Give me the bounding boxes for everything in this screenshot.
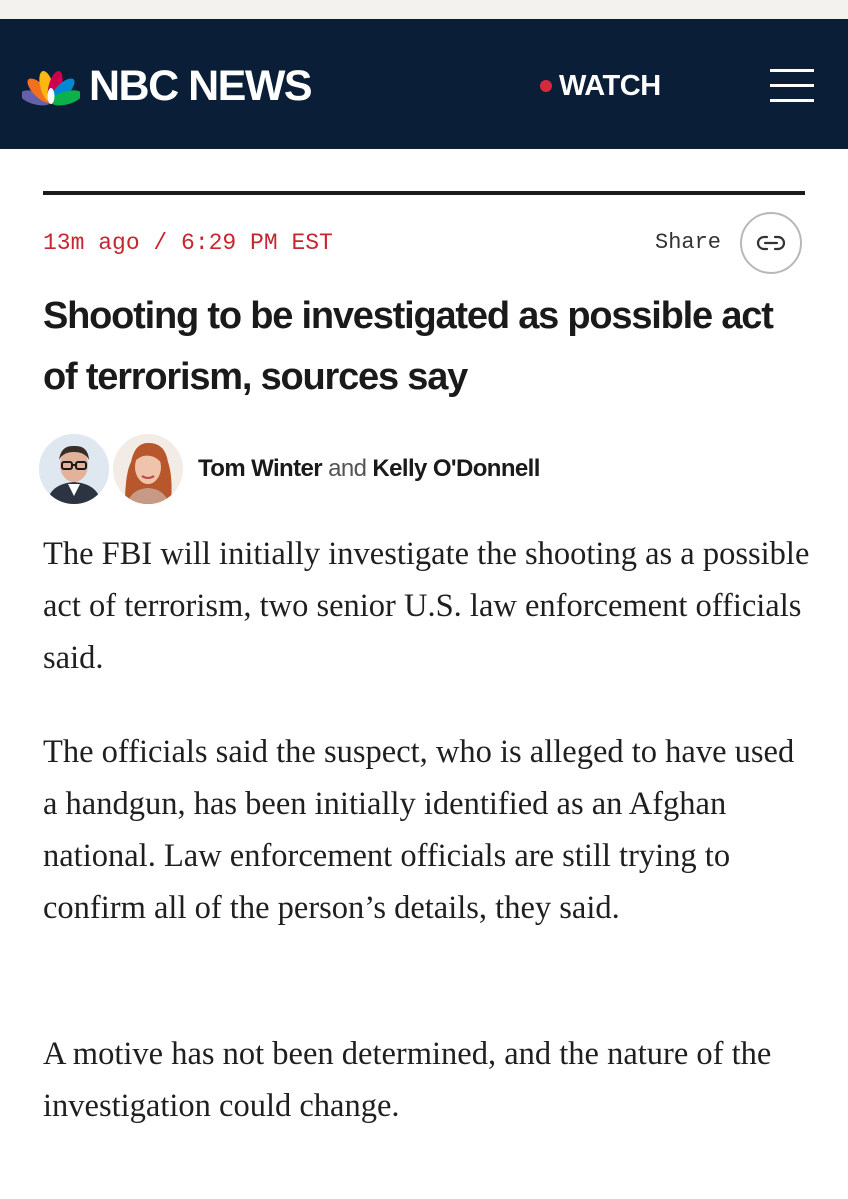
author-avatar-2[interactable] xyxy=(110,431,186,507)
article-paragraph: A motive has not been determined, and th… xyxy=(43,1036,772,1124)
brand-wordmark: NBC NEWS xyxy=(89,62,313,110)
post-timestamp: 13m ago / 6:29 PM EST xyxy=(43,230,333,256)
author-byline: Tom Winter and Kelly O'Donnell xyxy=(198,455,540,483)
status-strip xyxy=(0,0,848,19)
author-link-1[interactable]: Tom Winter xyxy=(198,455,323,482)
woman-portrait-icon xyxy=(113,434,183,504)
site-header: NBC NEWS WATCH xyxy=(0,19,848,149)
share-label: Share xyxy=(655,230,722,255)
live-dot-icon xyxy=(540,80,552,92)
watch-label: WATCH xyxy=(559,69,661,102)
article-paragraph: The officials said the suspect, who is a… xyxy=(43,734,795,926)
hamburger-menu-icon[interactable] xyxy=(770,67,814,103)
article-paragraph: The FBI will initially investigate the s… xyxy=(43,536,810,676)
watch-button[interactable]: WATCH xyxy=(540,66,661,106)
section-divider xyxy=(43,191,805,195)
article-headline: Shooting to be investigated as possible … xyxy=(43,295,774,398)
man-portrait-icon xyxy=(39,434,109,504)
byline-conjunction: and xyxy=(328,455,367,482)
peacock-logo-icon xyxy=(22,70,80,106)
share-button[interactable] xyxy=(740,212,802,274)
author-avatar-1[interactable] xyxy=(36,431,112,507)
author-link-2[interactable]: Kelly O'Donnell xyxy=(372,455,540,482)
link-icon xyxy=(756,235,786,251)
